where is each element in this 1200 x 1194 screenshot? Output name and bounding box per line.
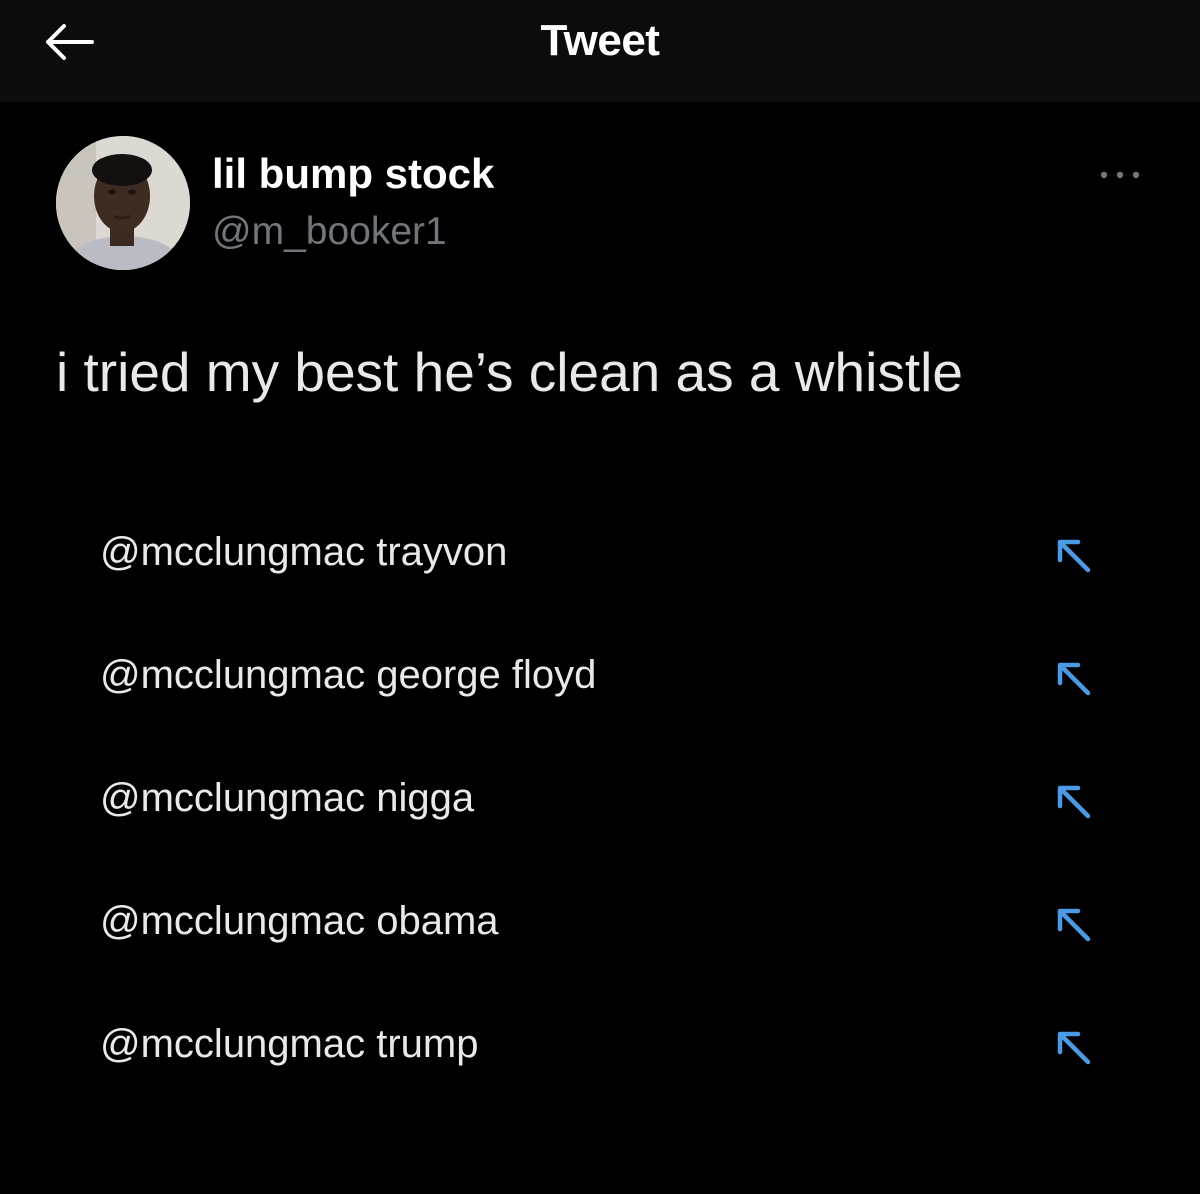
suggestion-item[interactable]: @mcclungmac trayvon	[0, 500, 1200, 623]
more-horizontal-icon	[1100, 171, 1140, 179]
top-bar: Tweet	[0, 0, 1200, 102]
page-title: Tweet	[540, 16, 660, 65]
avatar[interactable]	[56, 136, 190, 270]
tweet-text: i tried my best he’s clean as a whistle	[56, 341, 963, 403]
suggestion-item[interactable]: @mcclungmac trump	[0, 992, 1200, 1115]
arrow-up-left-icon[interactable]	[1052, 534, 1094, 576]
suggestion-item[interactable]: @mcclungmac nigga	[0, 746, 1200, 869]
suggestion-item[interactable]: @mcclungmac george floyd	[0, 623, 1200, 746]
author-handle[interactable]: @m_booker1	[212, 210, 447, 254]
suggestion-list: @mcclungmac trayvon @mcclungmac george f…	[0, 500, 1200, 1115]
author-display-name[interactable]: lil bump stock	[212, 150, 494, 198]
suggestion-label: @mcclungmac obama	[100, 899, 499, 943]
suggestion-label: @mcclungmac trayvon	[100, 530, 508, 574]
arrow-up-left-icon[interactable]	[1052, 1026, 1094, 1068]
suggestion-label: @mcclungmac george floyd	[100, 653, 597, 697]
suggestion-label: @mcclungmac trump	[100, 1022, 479, 1066]
arrow-up-left-icon[interactable]	[1052, 657, 1094, 699]
suggestion-item[interactable]: @mcclungmac obama	[0, 869, 1200, 992]
arrow-up-left-icon[interactable]	[1052, 903, 1094, 945]
more-options-button[interactable]	[1092, 160, 1148, 190]
arrow-up-left-icon[interactable]	[1052, 780, 1094, 822]
suggestion-label: @mcclungmac nigga	[100, 776, 475, 820]
avatar-photo	[56, 136, 190, 270]
